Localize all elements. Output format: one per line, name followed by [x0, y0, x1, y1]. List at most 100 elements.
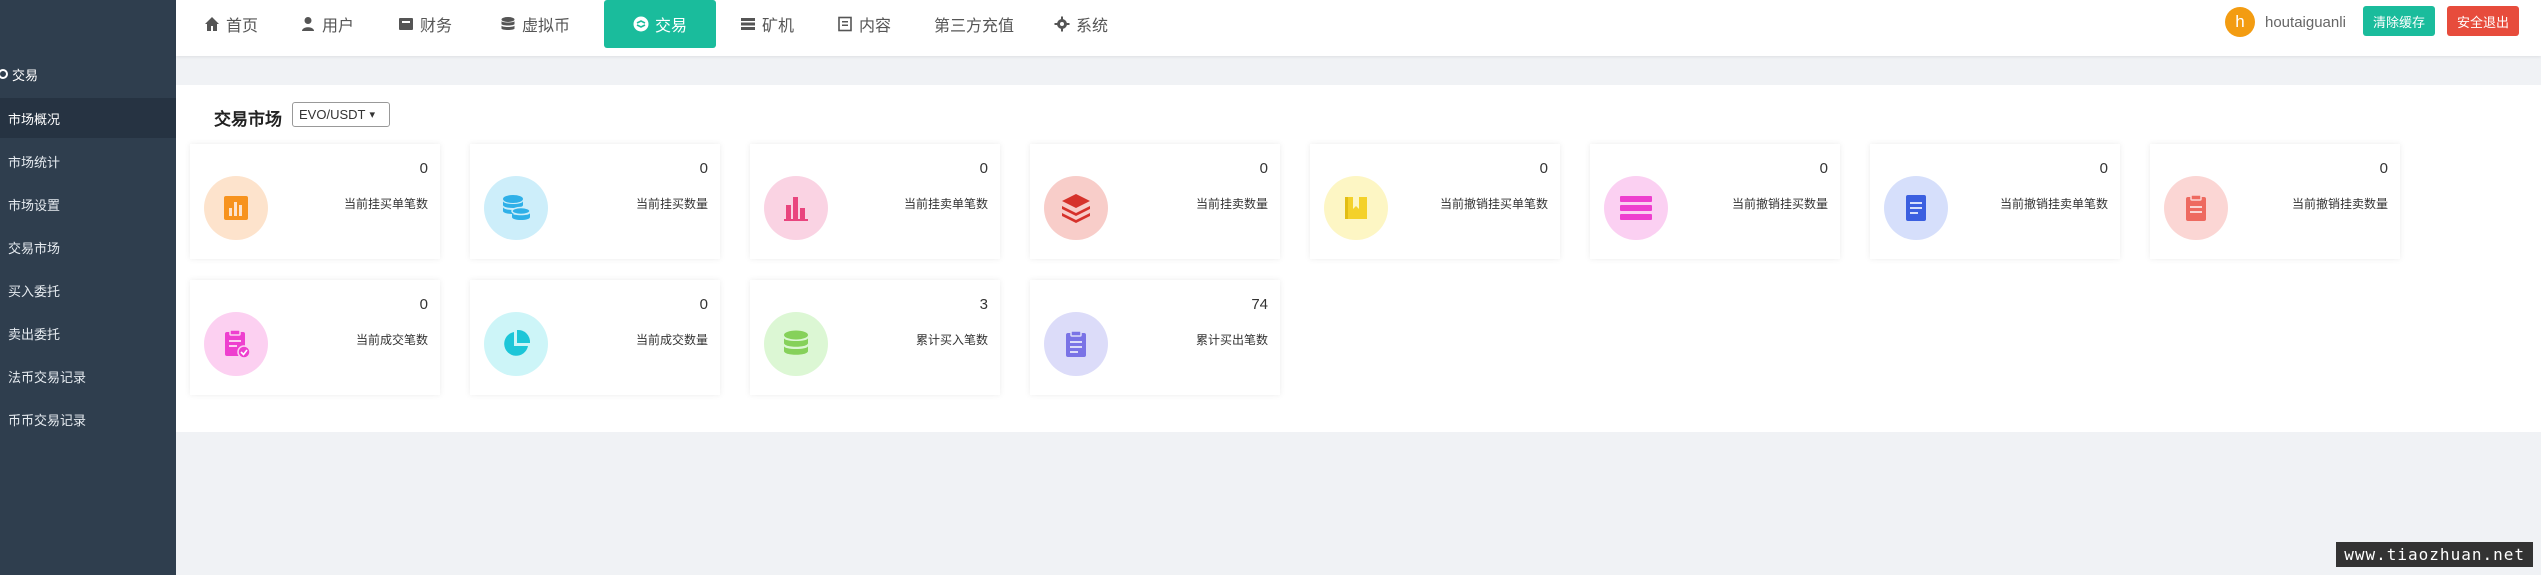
stat-value: 0: [419, 160, 428, 177]
nav-label: 交易: [654, 18, 687, 35]
nav-miners[interactable]: 矿机: [740, 0, 794, 48]
user-menu[interactable]: h houtaiguanli: [2225, 6, 2346, 38]
stat-label: 当前挂卖数量: [1195, 197, 1268, 211]
list-icon: [1620, 196, 1652, 220]
book-icon: [1345, 197, 1367, 219]
chevron-down-icon: ▾: [369, 109, 375, 121]
sidebar: 交易 市场概况 市场统计 市场设置 交易市场 买入委托 卖出委托 法币交易记录 …: [0, 0, 176, 575]
stat-label: 当前挂卖单笔数: [903, 197, 988, 211]
stat-label: 当前撤销挂买单笔数: [1439, 197, 1548, 211]
search-icon: [0, 69, 8, 79]
stat-card: 0 当前挂卖单笔数: [750, 144, 1000, 259]
layers-icon: [1062, 194, 1090, 223]
stat-icon-circle: [764, 176, 828, 240]
watermark: www.tiaozhuan.net: [2336, 542, 2533, 567]
nav-content[interactable]: 内容: [837, 0, 891, 48]
nav-label: 财务: [420, 18, 453, 35]
nav-label: 内容: [859, 18, 892, 35]
stat-label: 当前撤销挂买数量: [1731, 197, 1828, 211]
sidebar-item-buy-orders[interactable]: 买入委托: [0, 270, 176, 310]
stat-value: 0: [2099, 160, 2108, 177]
nav-trade[interactable]: 交易: [604, 0, 716, 48]
stat-icon-circle: [1324, 176, 1388, 240]
stat-card: 3 累计买入笔数: [750, 280, 1000, 395]
page-title: 交易市场: [214, 110, 282, 129]
home-icon: [205, 17, 219, 31]
sidebar-item-label: 市场统计: [8, 154, 61, 170]
sidebar-item-label: 买入委托: [8, 283, 61, 299]
stat-icon-circle: [204, 176, 268, 240]
stat-card: 0 当前挂买单笔数: [190, 144, 440, 259]
stat-value: 0: [699, 296, 708, 313]
nav-label: 虚拟币: [522, 18, 571, 35]
logout-button[interactable]: 安全退出: [2447, 6, 2519, 36]
exchange-icon: [633, 16, 649, 32]
nav-system[interactable]: 系统: [1054, 0, 1108, 48]
stat-icon-circle: [764, 312, 828, 376]
stat-value: 0: [1539, 160, 1548, 177]
clipboard-icon: [2186, 194, 2206, 221]
stat-label: 当前挂买数量: [635, 197, 708, 211]
stat-icon-circle: [1884, 176, 1948, 240]
sidebar-item-market-settings[interactable]: 市场设置: [0, 184, 176, 224]
sidebar-item-label: 法币交易记录: [8, 369, 87, 385]
grid-icon: [741, 18, 755, 30]
sidebar-item-market-overview[interactable]: 市场概况: [0, 98, 176, 138]
stat-value: 74: [1251, 296, 1268, 313]
sidebar-item-coin-records[interactable]: 币币交易记录: [0, 399, 176, 439]
pie-chart-icon: [504, 329, 531, 356]
stat-card: 0 当前撤销挂卖单笔数: [1870, 144, 2120, 259]
stat-card: 0 当前挂卖数量: [1030, 144, 1280, 259]
stat-value: 0: [1259, 160, 1268, 177]
bar-chart-icon: [224, 196, 248, 220]
sidebar-item-sell-orders[interactable]: 卖出委托: [0, 313, 176, 353]
sidebar-item-trade-market[interactable]: 交易市场: [0, 227, 176, 267]
stat-value: 0: [979, 160, 988, 177]
stat-value: 0: [419, 296, 428, 313]
market-pair-value: EVO/USDT: [299, 107, 366, 122]
avatar: h: [2225, 7, 2255, 37]
stat-value: 3: [979, 296, 988, 313]
nav-crypto[interactable]: 虚拟币: [500, 0, 570, 48]
nav-third-party-recharge[interactable]: 第三方充值: [934, 0, 1014, 48]
sidebar-title-label: 交易: [12, 67, 39, 83]
stat-label: 当前撤销挂卖单笔数: [1999, 197, 2108, 211]
top-navbar: 首页 用户 财务 虚拟币 交易 矿机 内容 第三方充值 系统 h houtaig…: [176, 0, 2541, 56]
stat-label: 当前挂买单笔数: [343, 197, 428, 211]
stat-icon-circle: [1604, 176, 1668, 240]
sidebar-item-market-stats[interactable]: 市场统计: [0, 141, 176, 181]
clear-cache-button[interactable]: 清除缓存: [2363, 6, 2435, 36]
sidebar-item-label: 币币交易记录: [8, 412, 87, 428]
nav-finance[interactable]: 财务: [398, 0, 452, 48]
database-icon: [501, 17, 515, 30]
gear-icon: [1054, 16, 1070, 32]
clipboard-icon: [1066, 330, 1086, 357]
nav-label: 第三方充值: [934, 18, 1015, 35]
stat-icon-circle: [204, 312, 268, 376]
nav-label: 首页: [226, 18, 259, 35]
stat-icon-circle: [484, 176, 548, 240]
nav-users[interactable]: 用户: [300, 0, 354, 48]
stat-icon-circle: [1044, 176, 1108, 240]
stat-value: 0: [2379, 160, 2388, 177]
clipboard-check-icon: [225, 329, 251, 359]
nav-home[interactable]: 首页: [204, 0, 258, 48]
coins-icon: [503, 195, 531, 220]
stat-card: 0 当前成交数量: [470, 280, 720, 395]
nav-label: 系统: [1076, 18, 1109, 35]
username: houtaiguanli: [2265, 13, 2346, 31]
stat-icon-circle: [2164, 176, 2228, 240]
stat-icon-circle: [1044, 312, 1108, 376]
market-pair-select[interactable]: EVO/USDT ▾: [292, 102, 390, 127]
stat-label: 当前撤销挂卖数量: [2291, 197, 2388, 211]
stat-icon-circle: [484, 312, 548, 376]
sidebar-item-fiat-records[interactable]: 法币交易记录: [0, 356, 176, 396]
document-icon: [838, 16, 852, 32]
database-icon: [784, 330, 808, 355]
nav-label: 用户: [322, 18, 355, 35]
sidebar-item-label: 卖出委托: [8, 326, 61, 342]
stat-label: 累计买出笔数: [1195, 333, 1268, 347]
wallet-icon: [399, 18, 413, 30]
stat-label: 累计买入笔数: [915, 333, 988, 347]
stat-label: 当前成交笔数: [355, 333, 428, 347]
